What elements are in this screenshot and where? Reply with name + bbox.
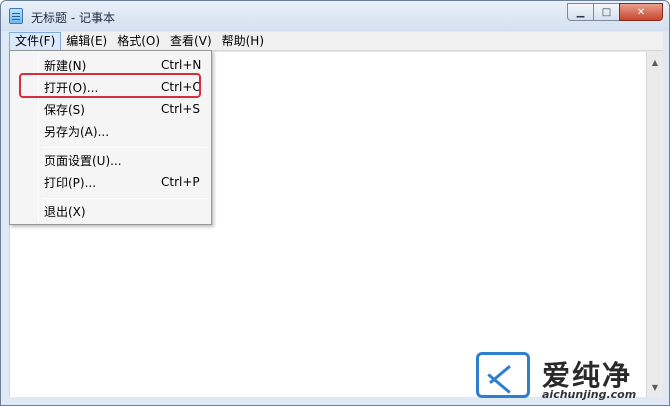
close-icon: ✕ [636,6,646,18]
menu-item-save[interactable]: 保存(S) Ctrl+S [12,98,209,120]
menu-item-save-as[interactable]: 另存为(A)... [12,120,209,142]
menu-item-label: 另存为(A)... [44,124,110,139]
menu-format[interactable]: 格式(O) [112,32,165,51]
menu-item-label: 保存(S) [44,102,85,117]
menu-item-label: 退出(X) [44,204,86,219]
menu-separator [42,198,207,199]
menu-file[interactable]: 文件(F) [9,31,62,51]
close-button[interactable]: ✕ [619,3,663,21]
menu-item-shortcut: Ctrl+N [161,58,202,72]
menu-item-shortcut: Ctrl+S [161,102,201,116]
caption-buttons: ▁ □ ✕ [567,3,663,21]
annotation-highlight-box [19,73,201,98]
minimize-button[interactable]: ▁ [567,3,594,21]
menu-item-label: 新建(N) [44,58,87,73]
minimize-icon: ▁ [576,6,585,18]
menu-item-exit[interactable]: 退出(X) [12,200,209,222]
watermark-logo-icon [476,352,530,398]
menu-item-print[interactable]: 打印(P)... Ctrl+P [12,171,209,193]
watermark-url: aichunjing.com [542,388,637,401]
watermark: 爱纯净 aichunjing.com [470,348,665,403]
menu-bar: 文件(F) 编辑(E) 格式(O) 查看(V) 帮助(H) [9,31,663,51]
menu-item-page-setup[interactable]: 页面设置(U)... [12,149,209,171]
title-bar[interactable]: 无标题 - 记事本 ▁ □ ✕ [1,1,669,31]
notepad-icon [9,8,23,24]
vertical-scrollbar[interactable]: ▲ ▼ [646,52,663,397]
menu-view[interactable]: 查看(V) [165,32,217,51]
scroll-up-icon[interactable]: ▲ [647,54,663,70]
menu-item-shortcut: Ctrl+P [161,175,200,189]
menu-item-label: 页面设置(U)... [44,153,122,168]
window-title: 无标题 - 记事本 [31,11,115,25]
menu-separator [42,147,207,148]
maximize-icon: □ [601,6,612,18]
menu-edit[interactable]: 编辑(E) [61,32,112,51]
menu-help[interactable]: 帮助(H) [217,32,269,51]
maximize-button[interactable]: □ [593,3,620,21]
menu-item-label: 打印(P)... [44,175,97,190]
